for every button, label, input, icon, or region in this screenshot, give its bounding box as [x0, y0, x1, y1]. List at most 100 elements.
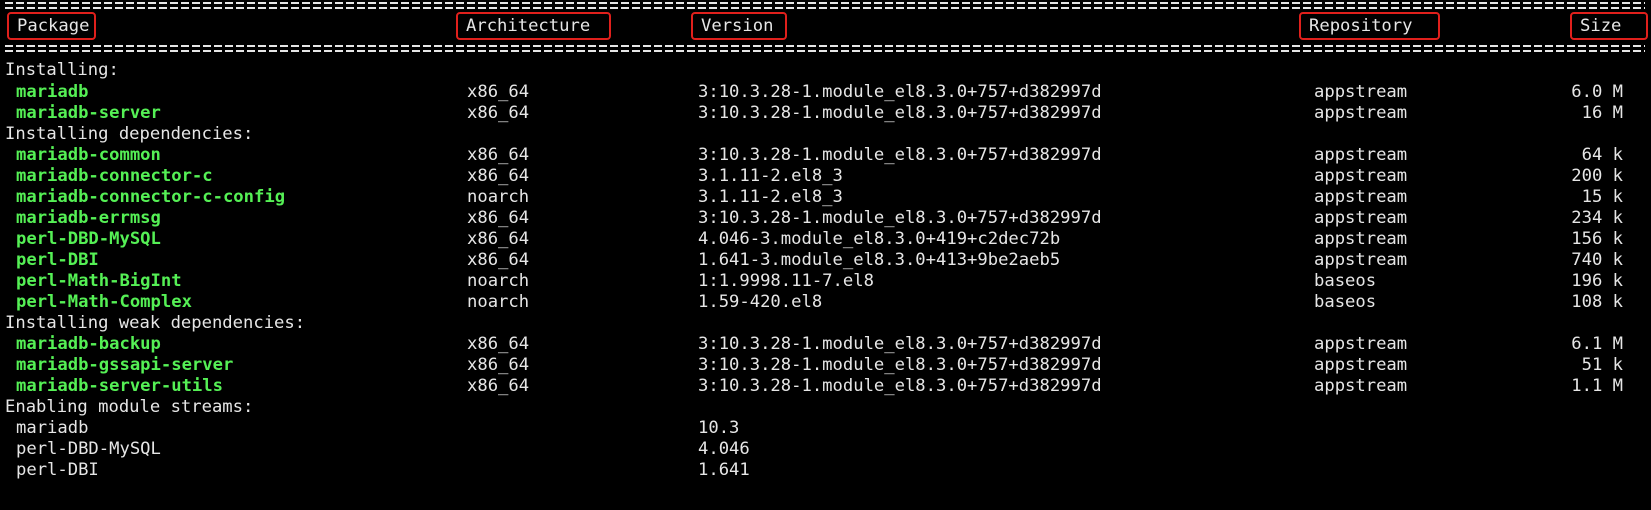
- package-version: 4.046-3.module_el8.3.0+419+c2dec72b: [698, 229, 1061, 249]
- package-version: 1.641-3.module_el8.3.0+413+9be2aeb5: [698, 250, 1061, 270]
- package-arch: x86_64: [467, 82, 530, 102]
- package-repo: appstream: [1314, 376, 1408, 396]
- package-repo: appstream: [1314, 250, 1408, 270]
- package-name: perl-Math-Complex: [16, 292, 192, 312]
- table-row: mariadb-errmsg x86_64 3:10.3.28-1.module…: [5, 208, 1645, 229]
- package-version: 3:10.3.28-1.module_el8.3.0+757+d382997d: [698, 208, 1102, 228]
- section-title: Installing:: [5, 60, 119, 80]
- package-name: mariadb-server: [16, 103, 161, 123]
- package-size: 64 k: [1581, 145, 1623, 165]
- package-repo: baseos: [1314, 271, 1377, 291]
- package-version: 3:10.3.28-1.module_el8.3.0+757+d382997d: [698, 145, 1102, 165]
- package-size: 1.1 M: [1571, 376, 1623, 396]
- table-row: perl-Math-Complex noarch 1.59-420.el8 ba…: [5, 292, 1645, 313]
- module-stream-row: mariadb 10.3: [5, 418, 1645, 439]
- module-name: perl-DBD-MySQL: [16, 439, 161, 459]
- package-name: mariadb-gssapi-server: [16, 355, 234, 375]
- column-header-repository: Repository: [1299, 12, 1440, 40]
- table-row: mariadb-common x86_64 3:10.3.28-1.module…: [5, 145, 1645, 166]
- module-stream: 10.3: [698, 418, 740, 438]
- package-repo: appstream: [1314, 187, 1408, 207]
- package-version: 3:10.3.28-1.module_el8.3.0+757+d382997d: [698, 82, 1102, 102]
- table-row: perl-Math-BigInt noarch 1:1.9998.11-7.el…: [5, 271, 1645, 292]
- section-heading: Installing dependencies:: [5, 124, 1645, 145]
- package-name: perl-DBI: [16, 250, 99, 270]
- package-arch: x86_64: [467, 166, 530, 186]
- package-repo: baseos: [1314, 292, 1377, 312]
- package-arch: noarch: [467, 187, 530, 207]
- module-stream-row: perl-DBD-MySQL 4.046: [5, 439, 1645, 460]
- table-row: perl-DBD-MySQL x86_64 4.046-3.module_el8…: [5, 229, 1645, 250]
- package-name: mariadb-errmsg: [16, 208, 161, 228]
- column-header-package: Package: [7, 12, 96, 40]
- package-size: 51 k: [1581, 355, 1623, 375]
- package-version: 3:10.3.28-1.module_el8.3.0+757+d382997d: [698, 334, 1102, 354]
- package-version: 1:1.9998.11-7.el8: [698, 271, 874, 291]
- package-size: 16 M: [1581, 103, 1623, 123]
- package-size: 234 k: [1571, 208, 1623, 228]
- package-size: 200 k: [1571, 166, 1623, 186]
- separator-line-bottom: [5, 45, 1645, 53]
- package-version: 3:10.3.28-1.module_el8.3.0+757+d382997d: [698, 376, 1102, 396]
- package-arch: x86_64: [467, 355, 530, 375]
- package-version: 3.1.11-2.el8_3: [698, 166, 843, 186]
- module-name: perl-DBI: [16, 460, 99, 480]
- section-title: Installing weak dependencies:: [5, 313, 306, 333]
- table-row: mariadb-server-utils x86_64 3:10.3.28-1.…: [5, 376, 1645, 397]
- package-name: perl-DBD-MySQL: [16, 229, 161, 249]
- table-row: mariadb-connector-c-config noarch 3.1.11…: [5, 187, 1645, 208]
- package-size: 156 k: [1571, 229, 1623, 249]
- package-version: 1.59-420.el8: [698, 292, 823, 312]
- module-stream: 1.641: [698, 460, 750, 480]
- section-heading: Enabling module streams:: [5, 397, 1645, 418]
- package-repo: appstream: [1314, 82, 1408, 102]
- package-repo: appstream: [1314, 103, 1408, 123]
- package-name: perl-Math-BigInt: [16, 271, 182, 291]
- package-arch: x86_64: [467, 334, 530, 354]
- package-version: 3.1.11-2.el8_3: [698, 187, 843, 207]
- section-title: Installing dependencies:: [5, 124, 254, 144]
- package-name: mariadb-common: [16, 145, 161, 165]
- package-name: mariadb-connector-c: [16, 166, 213, 186]
- package-arch: x86_64: [467, 250, 530, 270]
- column-header-architecture: Architecture: [456, 12, 611, 40]
- table-row: mariadb-gssapi-server x86_64 3:10.3.28-1…: [5, 355, 1645, 376]
- package-version: 3:10.3.28-1.module_el8.3.0+757+d382997d: [698, 103, 1102, 123]
- package-name: mariadb-connector-c-config: [16, 187, 286, 207]
- package-size: 15 k: [1581, 187, 1623, 207]
- package-size: 108 k: [1571, 292, 1623, 312]
- package-size: 6.1 M: [1571, 334, 1623, 354]
- section-heading: Installing weak dependencies:: [5, 313, 1645, 334]
- package-arch: x86_64: [467, 376, 530, 396]
- package-arch: x86_64: [467, 145, 530, 165]
- package-size: 6.0 M: [1571, 82, 1623, 102]
- package-name: mariadb-server-utils: [16, 376, 223, 396]
- package-name: mariadb: [16, 82, 89, 102]
- table-row: mariadb x86_64 3:10.3.28-1.module_el8.3.…: [5, 82, 1645, 103]
- package-name: mariadb-backup: [16, 334, 161, 354]
- table-row: mariadb-server x86_64 3:10.3.28-1.module…: [5, 103, 1645, 124]
- package-arch: noarch: [467, 271, 530, 291]
- table-row: mariadb-connector-c x86_64 3.1.11-2.el8_…: [5, 166, 1645, 187]
- column-header-version: Version: [691, 12, 787, 40]
- section-heading: Installing:: [5, 60, 1645, 81]
- package-version: 3:10.3.28-1.module_el8.3.0+757+d382997d: [698, 355, 1102, 375]
- package-repo: appstream: [1314, 166, 1408, 186]
- column-header-size: Size: [1570, 12, 1648, 40]
- package-repo: appstream: [1314, 334, 1408, 354]
- package-repo: appstream: [1314, 229, 1408, 249]
- package-arch: x86_64: [467, 208, 530, 228]
- package-repo: appstream: [1314, 208, 1408, 228]
- table-row: mariadb-backup x86_64 3:10.3.28-1.module…: [5, 334, 1645, 355]
- package-arch: x86_64: [467, 229, 530, 249]
- table-row: perl-DBI x86_64 1.641-3.module_el8.3.0+4…: [5, 250, 1645, 271]
- module-stream: 4.046: [698, 439, 750, 459]
- section-title: Enabling module streams:: [5, 397, 254, 417]
- package-repo: appstream: [1314, 145, 1408, 165]
- module-name: mariadb: [16, 418, 89, 438]
- package-arch: noarch: [467, 292, 530, 312]
- package-repo: appstream: [1314, 355, 1408, 375]
- module-stream-row: perl-DBI 1.641: [5, 460, 1645, 481]
- separator-line-top: [5, 2, 1645, 10]
- package-size: 740 k: [1571, 250, 1623, 270]
